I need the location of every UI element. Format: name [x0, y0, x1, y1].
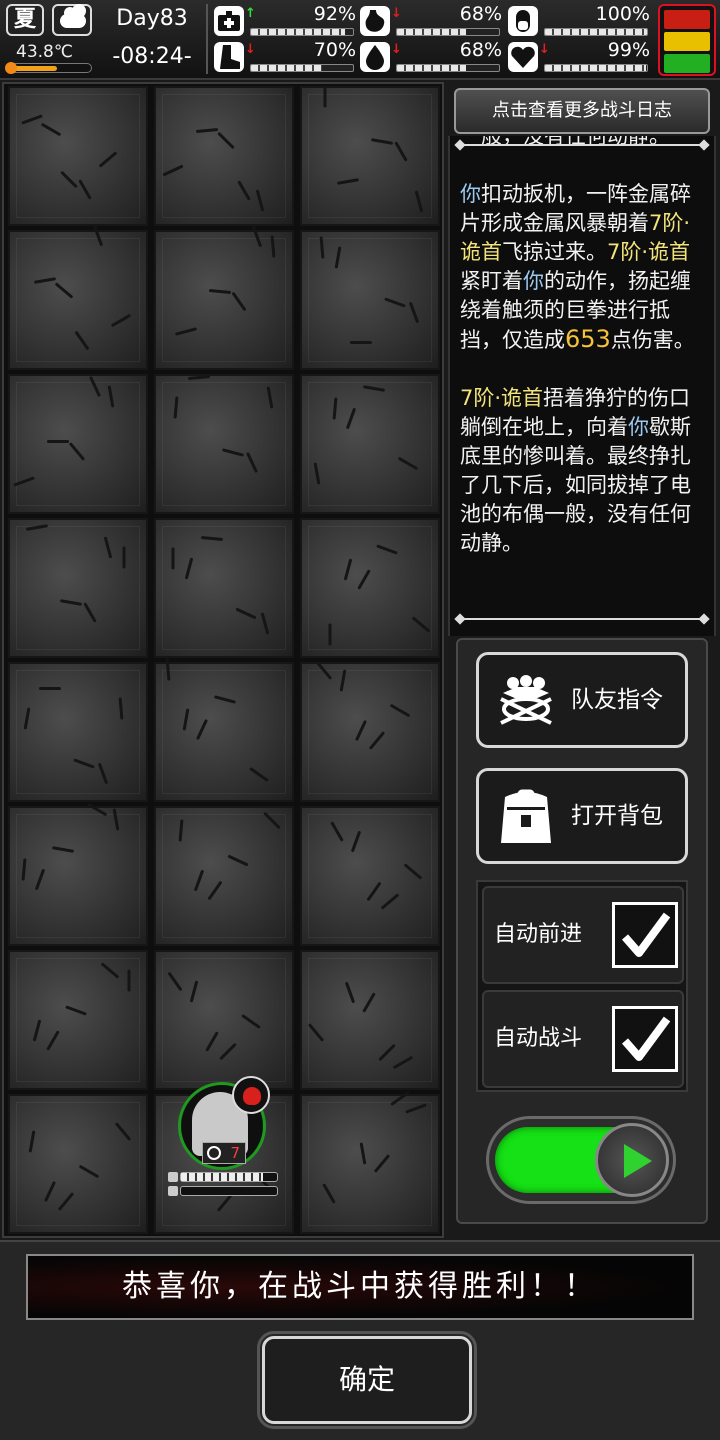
auto-battle-label: 自动战斗 — [494, 1026, 583, 1051]
map-tile[interactable] — [300, 374, 440, 514]
map-tile[interactable] — [8, 518, 148, 658]
map-tile[interactable] — [8, 950, 148, 1090]
play-icon[interactable] — [595, 1123, 669, 1197]
lock-icon — [168, 1172, 178, 1182]
trend-arrow-icon: ↓ — [539, 42, 550, 57]
map-tile[interactable] — [8, 374, 148, 514]
signal-light-icon[interactable] — [658, 4, 716, 76]
heart-icon — [508, 42, 538, 72]
status-bar: 夏 43.8℃ Day83 -08:24- ↑ 92% ↓ 68% 100% ↓… — [0, 0, 720, 80]
battle-log[interactable]: 一般，没有任何动静。 你扣动扳机，一阵金属碎片形成金属风暴朝着7阶·诡首飞掠过来… — [448, 136, 716, 636]
signal-green — [664, 54, 710, 73]
temperature: 43.8℃ — [16, 42, 73, 62]
stat-stamina: ↓ 70% — [214, 39, 356, 74]
confirm-button[interactable]: 确定 — [257, 1331, 477, 1429]
team-icon — [495, 673, 557, 729]
map-tile[interactable] — [154, 86, 294, 226]
victory-message: 恭喜你，在战斗中获得胜利！！ — [26, 1254, 694, 1320]
stomach-icon — [360, 6, 390, 36]
pill-icon — [508, 6, 538, 36]
player-energy-bar — [168, 1186, 278, 1196]
trend-arrow-icon: ↑ — [245, 6, 256, 21]
signal-red — [664, 10, 710, 29]
medkit-icon — [214, 6, 244, 36]
player-token[interactable]: 7 — [176, 1076, 272, 1172]
stat-value: 92% — [313, 3, 356, 25]
battle-map[interactable] — [2, 82, 444, 1238]
map-tile[interactable] — [300, 950, 440, 1090]
map-tile[interactable] — [300, 85, 440, 226]
water-drop-icon — [360, 42, 390, 72]
crosshair-icon — [207, 1146, 221, 1160]
map-tile[interactable] — [8, 224, 148, 370]
stat-health: ↑ 92% — [214, 3, 356, 38]
stat-value: 99% — [607, 39, 650, 61]
checkmark-icon — [621, 1016, 671, 1061]
signal-yellow — [664, 32, 710, 51]
map-tile[interactable] — [154, 658, 294, 802]
map-tile[interactable] — [8, 86, 148, 226]
log-entry: 7阶·诡首捂着狰狞的伤口躺倒在地上，向着你歇斯底里的惨叫着。最终挣扎了几下后，如… — [460, 386, 691, 555]
stat-value: 70% — [313, 39, 356, 61]
auto-advance-checkbox[interactable] — [612, 902, 678, 968]
trend-arrow-icon: ↓ — [391, 6, 402, 21]
day-counter: Day83 — [116, 6, 188, 31]
auto-battle-toggle[interactable]: 自动战斗 — [482, 990, 684, 1088]
stat-value: 68% — [459, 39, 502, 61]
map-tile[interactable] — [300, 518, 440, 658]
stat-value: 100% — [595, 3, 650, 25]
auto-advance-label: 自动前进 — [494, 922, 583, 947]
boot-icon — [214, 42, 244, 72]
trend-arrow-icon: ↓ — [245, 42, 256, 57]
status-effect-icon — [232, 1076, 270, 1114]
map-tile[interactable] — [300, 1090, 440, 1234]
map-tile[interactable] — [300, 661, 440, 802]
map-tile[interactable] — [154, 518, 294, 658]
auto-battle-checkbox[interactable] — [612, 1006, 678, 1072]
more-battle-log-button[interactable]: 点击查看更多战斗日志 — [454, 88, 710, 134]
map-tile[interactable] — [154, 374, 294, 514]
stat-hunger: ↓ 68% — [360, 3, 502, 38]
temperature-bar — [5, 62, 92, 74]
cloud-icon — [52, 4, 92, 36]
map-tile[interactable] — [8, 802, 148, 946]
map-tile[interactable] — [154, 806, 294, 946]
stat-thirst: ↓ 68% — [360, 39, 502, 74]
auto-advance-toggle[interactable]: 自动前进 — [482, 886, 684, 984]
open-bag-label: 打开背包 — [571, 803, 663, 829]
stat-mood: ↓ 99% — [508, 39, 650, 74]
map-tile[interactable] — [154, 225, 294, 370]
player-level: 7 — [230, 1144, 240, 1162]
map-tile[interactable] — [8, 1094, 148, 1234]
map-tile[interactable] — [300, 230, 440, 370]
map-tile[interactable] — [8, 662, 148, 802]
backpack-icon — [495, 789, 557, 845]
player-hp-bar — [168, 1172, 278, 1182]
trend-arrow-icon: ↓ — [391, 42, 402, 57]
log-ornament-bottom — [454, 613, 710, 625]
open-bag-button[interactable]: 打开背包 — [476, 768, 688, 864]
lightning-icon — [168, 1186, 178, 1196]
stat-medicine: 100% — [508, 3, 650, 38]
map-tile[interactable] — [154, 950, 294, 1090]
log-entry: 你扣动扳机，一阵金属碎片形成金属风暴朝着7阶·诡首飞掠过来。7阶·诡首紧盯着你的… — [460, 182, 695, 353]
player-level-badge: 7 — [202, 1142, 246, 1164]
game-clock: -08:24- — [112, 44, 192, 69]
log-ornament-top — [454, 139, 710, 151]
auto-play-toggle[interactable] — [486, 1116, 676, 1204]
map-tile[interactable] — [300, 806, 440, 946]
team-command-button[interactable]: 队友指令 — [476, 652, 688, 748]
team-command-label: 队友指令 — [571, 687, 663, 713]
stat-value: 68% — [459, 3, 502, 25]
season-indicator: 夏 — [6, 4, 44, 36]
checkmark-icon — [621, 912, 671, 957]
divider — [206, 4, 208, 74]
